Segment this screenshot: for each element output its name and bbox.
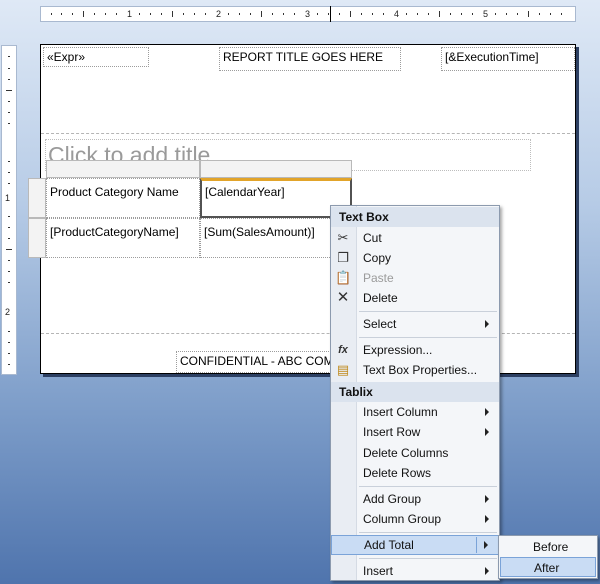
context-menu[interactable]: Text Box ✂ Cut ❐ Copy 📋 Paste ✕ Delete S… <box>330 205 500 581</box>
delete-x-icon: ✕ <box>336 289 350 306</box>
menu-item-add-group[interactable]: Add Group <box>331 489 499 509</box>
ruler-number: 4 <box>394 9 400 19</box>
menu-item-label: Copy <box>363 251 392 265</box>
menu-item-label: Select <box>363 317 397 331</box>
submenu-item-after[interactable]: After <box>500 557 596 577</box>
menu-item-label: Insert <box>363 564 394 578</box>
submenu-arrow-icon <box>485 428 489 436</box>
menu-item-insert-column[interactable]: Insert Column <box>331 402 499 422</box>
footer-textbox[interactable]: CONFIDENTIAL - ABC COM <box>176 351 331 373</box>
submenu-arrow-icon <box>485 567 489 575</box>
submenu-arrow-icon <box>485 515 489 523</box>
menu-item-label: Insert Column <box>363 405 438 419</box>
menu-item-label: Add Group <box>363 492 422 506</box>
menu-item-copy[interactable]: ❐ Copy <box>331 248 499 268</box>
menu-separator <box>359 311 497 312</box>
paste-icon: 📋 <box>335 270 352 285</box>
menu-item-cut[interactable]: ✂ Cut <box>331 228 499 248</box>
ruler-number: 2 <box>216 9 222 19</box>
tablix-column-handle[interactable] <box>46 160 200 178</box>
horizontal-ruler: 1 2 3 4 5 <box>40 6 576 22</box>
menu-item-insert[interactable]: Insert <box>331 561 499 581</box>
menu-item-label: Add Total <box>364 538 414 552</box>
submenu-arrow-icon <box>485 320 489 328</box>
ruler-number: 3 <box>305 9 311 19</box>
menu-item-delete-columns[interactable]: Delete Columns <box>331 443 499 463</box>
menu-item-label: Delete <box>363 291 398 305</box>
ruler-number: 1 <box>127 9 133 19</box>
submenu-arrow-icon <box>485 408 489 416</box>
menu-item-label: Delete Rows <box>363 466 432 480</box>
menu-item-label: Paste <box>363 271 394 285</box>
menu-item-select[interactable]: Select <box>331 314 499 334</box>
menu-item-delete-rows[interactable]: Delete Rows <box>331 463 499 483</box>
menu-item-insert-row[interactable]: Insert Row <box>331 422 499 442</box>
menu-item-label: Insert Row <box>363 425 421 439</box>
menu-item-label: Text Box Properties... <box>363 363 478 377</box>
menu-item-textbox-properties[interactable]: ▤ Text Box Properties... <box>331 360 499 380</box>
submenu-item-before[interactable]: Before <box>500 537 596 557</box>
ruler-number: 2 <box>5 307 11 317</box>
menu-item-label: Cut <box>363 231 382 245</box>
menu-item-delete[interactable]: ✕ Delete <box>331 288 499 308</box>
menu-item-label: Delete Columns <box>363 446 449 460</box>
menu-item-add-total[interactable]: Add Total <box>331 535 499 555</box>
ruler-position-marker <box>330 6 331 22</box>
tablix-row-handle[interactable] <box>28 218 46 258</box>
menu-item-paste: 📋 Paste <box>331 268 499 288</box>
properties-icon: ▤ <box>336 362 350 377</box>
tablix-data-cell[interactable]: [ProductCategoryName] <box>46 218 200 258</box>
tablix-header-cell[interactable]: Product Category Name <box>46 178 200 218</box>
execution-time-textbox[interactable]: [&ExecutionTime] <box>441 47 575 71</box>
fx-icon: fx <box>338 344 348 356</box>
menu-item-column-group[interactable]: Column Group <box>331 509 499 529</box>
menu-item-label: Column Group <box>363 512 442 526</box>
page-header-separator <box>41 133 575 134</box>
submenu-arrow-icon <box>484 541 488 549</box>
menu-section-textbox: Text Box <box>331 207 499 227</box>
menu-separator <box>359 486 497 487</box>
add-total-submenu[interactable]: Before After <box>498 535 598 579</box>
menu-item-expression[interactable]: fx Expression... <box>331 340 499 360</box>
expr-textbox[interactable]: «Expr» <box>43 47 149 67</box>
menu-section-tablix: Tablix <box>331 382 499 402</box>
tablix-row-handle[interactable] <box>28 178 46 218</box>
menu-item-label: Expression... <box>363 343 433 357</box>
menu-separator <box>359 532 497 533</box>
scissors-icon: ✂ <box>337 230 349 245</box>
vertical-ruler: 1 2 <box>1 45 17 375</box>
tablix[interactable]: Product Category Name [CalendarYear] [Pr… <box>28 160 354 260</box>
menu-separator <box>359 558 497 559</box>
copy-icon: ❐ <box>337 250 349 265</box>
menu-separator <box>359 337 497 338</box>
ruler-number: 5 <box>483 9 489 19</box>
submenu-arrow-icon <box>485 495 489 503</box>
ruler-number: 1 <box>5 193 11 203</box>
report-title-textbox[interactable]: REPORT TITLE GOES HERE <box>219 47 401 71</box>
tablix-column-handle[interactable] <box>200 160 352 178</box>
